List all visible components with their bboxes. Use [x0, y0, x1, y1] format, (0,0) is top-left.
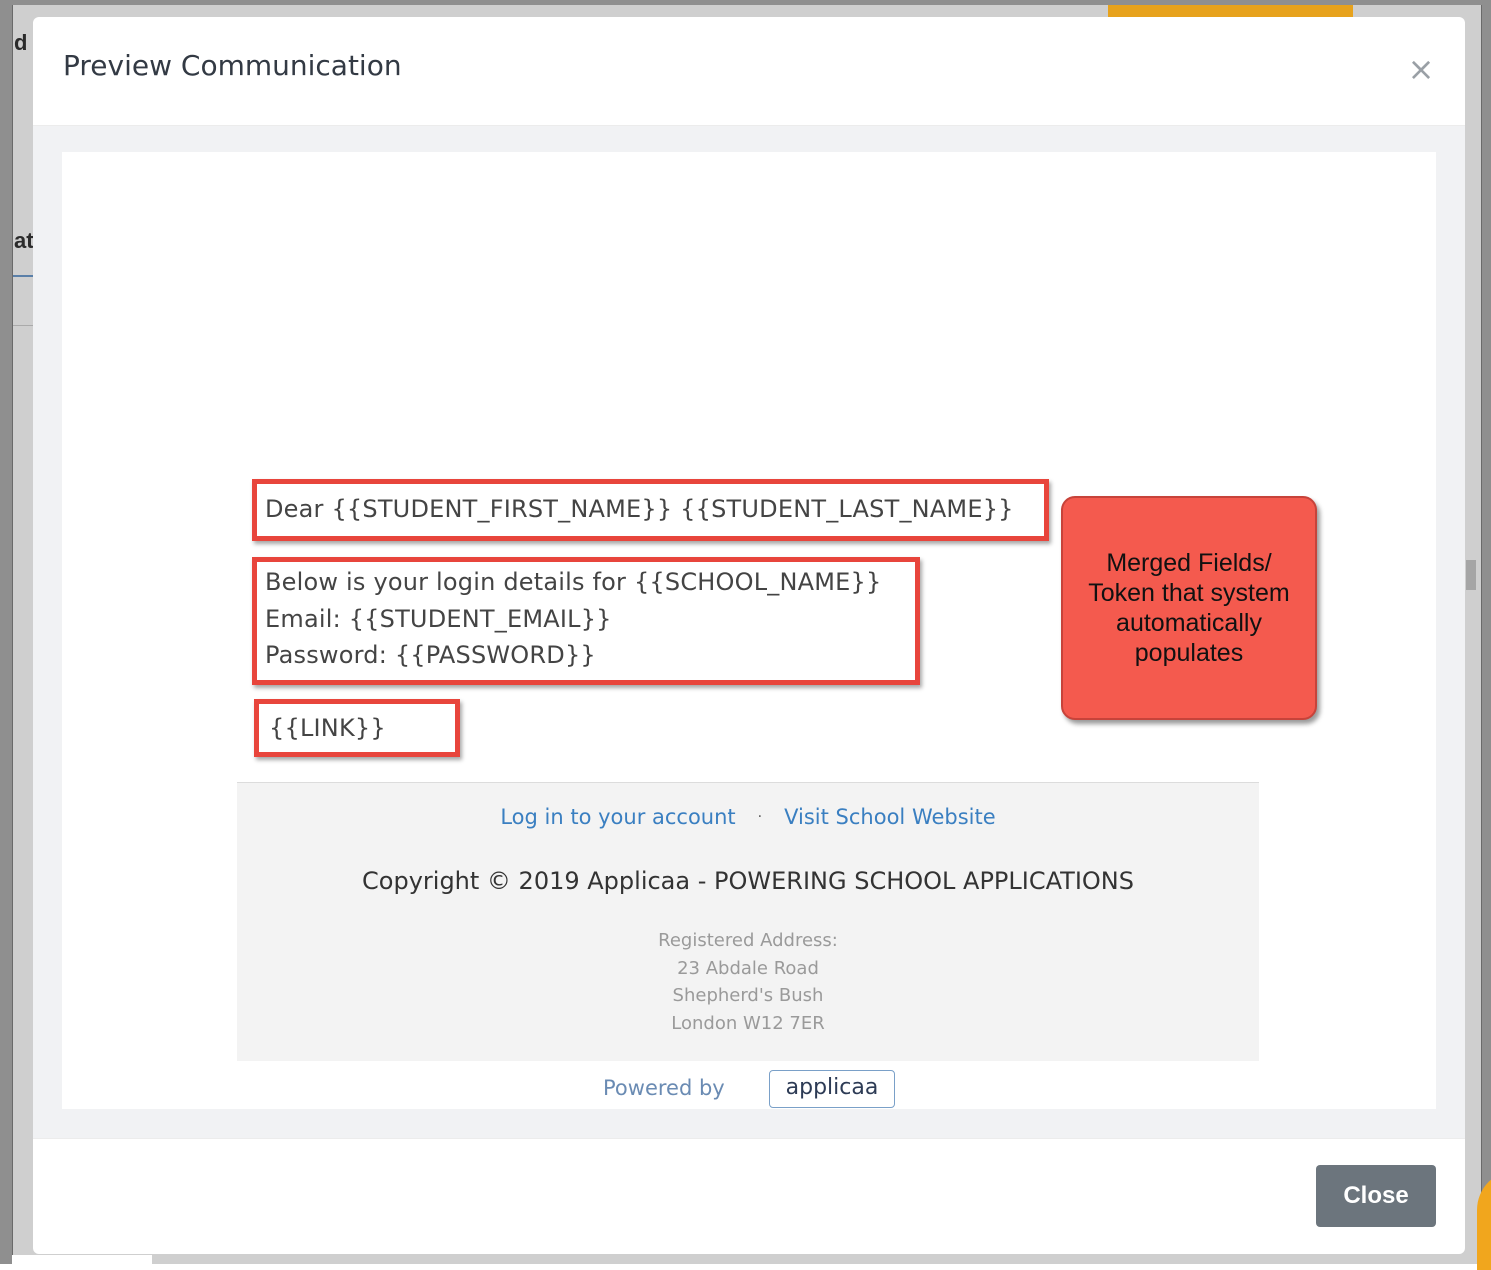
school-website-link[interactable]: Visit School Website [784, 805, 996, 829]
modal-body: Dear {{STUDENT_FIRST_NAME}} {{STUDENT_LA… [33, 126, 1465, 1138]
background-scrollbar [1466, 560, 1476, 590]
email-line: Email: {{STUDENT_EMAIL}} [265, 605, 612, 633]
background-orange-button [1108, 5, 1353, 17]
password-line: Password: {{PASSWORD}} [265, 641, 596, 669]
address-line: 23 Abdale Road [677, 957, 819, 979]
address-line: London W12 7ER [671, 1012, 825, 1034]
link-separator: · [757, 809, 763, 825]
modal-footer: Close [33, 1138, 1465, 1255]
registered-address: Registered Address: 23 Abdale Road Sheph… [237, 927, 1259, 1037]
applicaa-logo: applicaa [769, 1070, 895, 1108]
link-token: {{LINK}} [269, 714, 386, 742]
address-line: Shepherd's Bush [672, 985, 824, 1006]
email-footer: Log in to your account · Visit School Webs… [237, 782, 1259, 1061]
login-link[interactable]: Log in to your account [500, 805, 735, 829]
background-divider [13, 325, 33, 326]
background-peek-text: at [14, 228, 34, 253]
address-label: Registered Address: [658, 930, 838, 951]
background-strip [12, 1255, 152, 1264]
powered-by-text: Powered by [603, 1076, 725, 1100]
merged-fields-callout: Merged Fields/ Token that system automat… [1061, 496, 1317, 720]
footer-links: Log in to your account · Visit School Webs… [237, 805, 1259, 829]
close-icon[interactable]: × [1405, 53, 1437, 85]
greeting-text: Dear {{STUDENT_FIRST_NAME}} {{STUDENT_LA… [265, 495, 1014, 523]
email-preview: Dear {{STUDENT_FIRST_NAME}} {{STUDENT_LA… [62, 152, 1436, 1109]
background-peek-text: d [14, 30, 28, 55]
preview-communication-modal: Preview Communication × Dear {{STUDENT_F… [33, 17, 1465, 1254]
background-tab-underline [13, 275, 33, 277]
modal-header: Preview Communication × [33, 17, 1465, 126]
close-button[interactable]: Close [1316, 1165, 1436, 1227]
copyright-text: Copyright © 2019 Applicaa - POWERING SCH… [362, 867, 1134, 895]
login-details-line: Below is your login details for {{SCHOOL… [265, 568, 882, 596]
modal-title: Preview Communication [63, 49, 402, 82]
